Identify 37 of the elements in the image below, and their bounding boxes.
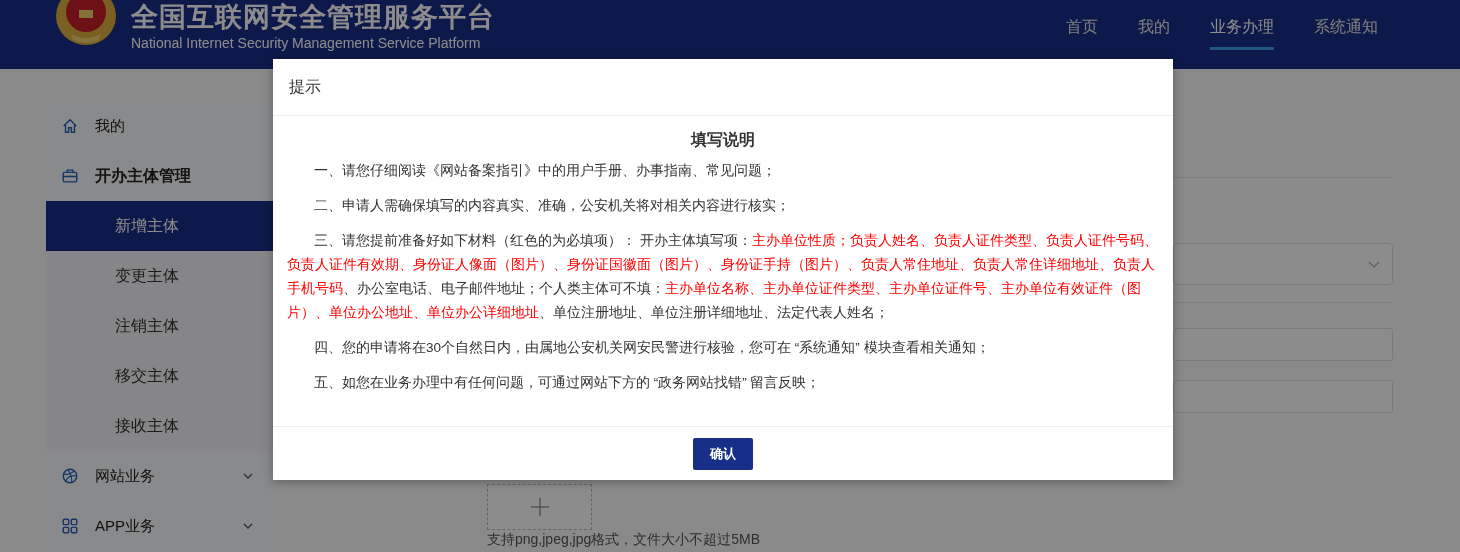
upload-hint: 支持png,jpeg,jpg格式，文件大小不超过5MB xyxy=(487,531,762,548)
instruction-paragraph: 二、申请人需确保填写的内容真实、准确，公安机关将对相关内容进行核实； xyxy=(313,197,791,215)
chevron-down-icon xyxy=(243,473,253,479)
site-subtitle: National Internet Security Management Service Platform xyxy=(131,35,482,51)
instruction-paragraph: 一、请您仔细阅读《网站备案指引》中的用户手册、办事指南、常见问题； xyxy=(313,162,777,180)
plus-icon xyxy=(529,497,550,517)
select-field[interactable] xyxy=(1173,243,1393,285)
dialog-title: 提示 xyxy=(289,76,321,97)
nav-tab[interactable]: 首页 xyxy=(1066,0,1098,50)
sidebar-subitem[interactable]: 接收主体 xyxy=(46,401,273,451)
chevron-down-icon xyxy=(1368,260,1380,268)
nav-tab[interactable]: 系统通知 xyxy=(1314,0,1378,50)
instruction-paragraph: 三、请您提前准备好如下材料（红色的为必填项）： 开办主体填写项：主办单位性质；负责人姓名、负责人证件类型、负责人证件号码、负责人证件有效期、身份证人像面（图片）、身份证国徽面（图片）、身份证手持（图片）、负责人常住地址、负责人常住详细地址、负责人手机号码、办公室电话、电子邮件地址；个人类主体可不填：主办单位名称、主办单位证件类型、主办单位证件号、主办单位有效证件（图片）、单位办公地址、单位办公详细地址、单位注册地址、单位注册详细地址、法定代表人姓名； xyxy=(287,232,1159,322)
dialog-heading: 填写说明 xyxy=(689,130,756,150)
instruction-paragraph: 四、您的申请将在30个自然日内，由属地公安机关网安民警进行核验，您可在 “系统通知” 模块查看相关通知； xyxy=(313,339,991,357)
emblem-icon xyxy=(55,0,117,46)
sidebar-subitem[interactable]: 注销主体 xyxy=(46,301,273,351)
nav-tab[interactable]: 业务办理 xyxy=(1210,0,1274,50)
grid-icon xyxy=(61,517,79,535)
ball-icon xyxy=(61,467,79,485)
site-title: 全国互联网安全管理服务平台 xyxy=(131,1,495,33)
briefcase-icon xyxy=(61,167,79,185)
sidebar-subitem[interactable]: 变更主体 xyxy=(46,251,273,301)
instruction-paragraph: 五、如您在业务办理中有任何问题，可通过网站下方的 “政务网站找错” 留言反映； xyxy=(313,374,822,392)
sidebar-item[interactable]: 开办主体管理 xyxy=(46,151,273,201)
sidebar-subitem[interactable]: 移交主体 xyxy=(46,351,273,401)
sidebar-subitem[interactable]: 新增主体 xyxy=(46,201,273,251)
sidebar-item[interactable]: 我的 xyxy=(46,101,273,151)
sidebar-item[interactable]: APP业务 xyxy=(46,501,273,551)
nav-tab[interactable]: 我的 xyxy=(1138,0,1170,50)
input-field[interactable] xyxy=(1173,380,1393,413)
input-field[interactable] xyxy=(1173,328,1393,361)
confirm-button[interactable]: 确认 xyxy=(693,437,753,470)
chevron-down-icon xyxy=(243,523,253,529)
upload-box[interactable] xyxy=(487,484,592,530)
home-icon xyxy=(61,117,79,135)
sidebar-item[interactable]: 网站业务 xyxy=(46,451,273,501)
